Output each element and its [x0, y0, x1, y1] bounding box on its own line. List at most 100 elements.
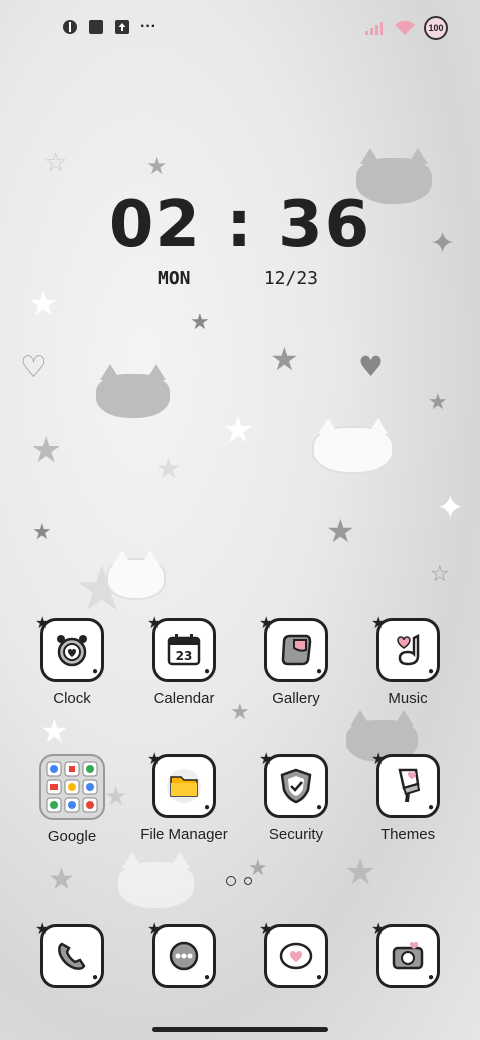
more-dots-icon: ··· — [140, 18, 156, 35]
paw-icon: ● — [203, 802, 210, 813]
app-google-folder[interactable]: Google — [22, 754, 122, 845]
page-dot-current[interactable] — [226, 876, 236, 886]
star-decoration: ★ — [222, 410, 255, 451]
star-badge-icon: ★ — [259, 919, 274, 938]
calendar-icon: 23 — [167, 634, 201, 666]
date-widget[interactable]: MON 12/23 — [158, 268, 318, 289]
app-clock[interactable]: ★ ● Clock — [22, 613, 122, 707]
shield-icon — [280, 768, 312, 804]
app-icon-tile[interactable]: ★ ● — [259, 613, 328, 682]
paw-icon: ● — [315, 666, 322, 677]
page-indicator[interactable] — [226, 876, 252, 886]
star-decoration: ☆ — [430, 562, 450, 587]
paw-icon: ● — [315, 972, 322, 983]
dock-messages[interactable]: ★ ● — [246, 919, 346, 988]
dock-phone[interactable]: ★ ● — [22, 919, 122, 988]
page-dot[interactable] — [244, 877, 252, 885]
folder-icon — [167, 769, 201, 803]
star-decoration: ★ — [428, 390, 448, 415]
star-decoration: ★ — [30, 430, 63, 471]
star-badge-icon: ★ — [147, 749, 162, 768]
app-icon-tile[interactable]: ★ ● — [35, 919, 104, 988]
cat-decoration — [108, 550, 164, 598]
star-badge-icon: ★ — [371, 613, 386, 632]
app-label: File Manager — [140, 826, 228, 843]
calendar-day-number: 23 — [176, 649, 193, 663]
status-bar: ··· 100 — [0, 14, 480, 42]
app-label: Clock — [53, 690, 91, 707]
star-decoration: ★ — [28, 284, 59, 324]
paw-icon: ● — [203, 666, 210, 677]
app-icon-tile[interactable]: ★ 23 ● — [147, 613, 216, 682]
paw-icon: ● — [91, 666, 98, 677]
system-icons: 100 — [364, 16, 448, 40]
star-badge-icon: ★ — [371, 919, 386, 938]
star-badge-icon: ★ — [35, 613, 50, 632]
message-heart-icon — [279, 942, 313, 970]
app-icon-tile[interactable]: ★ ● — [259, 749, 328, 818]
app-gallery[interactable]: ★ ● Gallery — [246, 613, 346, 707]
app-label: Google — [47, 828, 97, 845]
upload-notification-icon — [115, 20, 129, 34]
cat-decoration — [118, 852, 194, 908]
app-file-manager[interactable]: ★ ● File Manager — [134, 749, 234, 843]
wifi-icon — [395, 20, 415, 35]
app-themes[interactable]: ★ ● Themes — [358, 749, 458, 843]
app-badge-icon — [63, 20, 77, 34]
day-of-week: MON — [158, 268, 191, 289]
star-decoration: ☆ — [44, 148, 68, 178]
app-label: Calendar — [153, 690, 215, 707]
signal-icon — [365, 22, 383, 35]
cat-decoration — [96, 364, 170, 418]
star-badge-icon: ★ — [371, 749, 386, 768]
date-text: 12/23 — [263, 268, 318, 289]
app-icon-tile[interactable]: ★ ● — [147, 919, 216, 988]
app-label: Gallery — [272, 690, 320, 707]
star-decoration: ★ — [48, 862, 75, 897]
app-calendar[interactable]: ★ 23 ● Calendar — [134, 613, 234, 707]
phone-icon — [58, 942, 86, 970]
dock-camera[interactable]: ★ ● — [358, 919, 458, 988]
heart-decoration: ♡ — [20, 350, 47, 385]
star-decoration: ★ — [40, 712, 69, 750]
square-notification-icon — [89, 20, 103, 34]
app-icon-tile[interactable]: ★ ● — [371, 613, 440, 682]
heart-decoration: ♥ — [358, 350, 384, 383]
app-label: Music — [388, 690, 428, 707]
gallery-icon — [281, 634, 312, 666]
folder-tile[interactable] — [39, 754, 105, 820]
star-badge-icon: ★ — [35, 919, 50, 938]
app-security[interactable]: ★ ● Security — [246, 749, 346, 843]
paw-icon: ● — [427, 802, 434, 813]
app-icon-tile[interactable]: ★ ● — [371, 919, 440, 988]
star-badge-icon: ★ — [259, 749, 274, 768]
paw-icon: ● — [427, 972, 434, 983]
star-decoration: ★ — [344, 852, 377, 893]
chat-bubble-icon — [169, 941, 199, 971]
notification-icons: ··· — [62, 18, 156, 36]
app-icon-tile[interactable]: ★ ● — [371, 749, 440, 818]
star-badge-icon: ★ — [259, 613, 274, 632]
clock-widget[interactable]: 02 : 36 — [0, 188, 480, 262]
star-badge-icon: ★ — [147, 613, 162, 632]
home-gesture-bar[interactable] — [152, 1027, 328, 1032]
paw-icon: ● — [427, 666, 434, 677]
google-folder-icon — [46, 761, 98, 813]
app-icon-tile[interactable]: ★ ● — [259, 919, 328, 988]
app-label: Themes — [380, 826, 436, 843]
clock-time: 02 : 36 — [108, 188, 372, 262]
star-decoration: ★ — [326, 512, 355, 550]
paw-icon: ● — [315, 802, 322, 813]
camera-icon — [392, 942, 424, 970]
app-music[interactable]: ★ ● Music — [358, 613, 458, 707]
star-decoration: ★ — [32, 520, 52, 545]
app-label: Security — [268, 826, 324, 843]
app-icon-tile[interactable]: ★ ● — [147, 749, 216, 818]
star-decoration: ★ — [190, 310, 210, 335]
app-icon-tile[interactable]: ★ ● — [35, 613, 104, 682]
star-decoration: ★ — [270, 340, 299, 378]
cat-decoration — [314, 418, 392, 472]
paw-icon: ● — [203, 972, 210, 983]
star-decoration: ★ — [156, 452, 182, 485]
dock-chat[interactable]: ★ ● — [134, 919, 234, 988]
